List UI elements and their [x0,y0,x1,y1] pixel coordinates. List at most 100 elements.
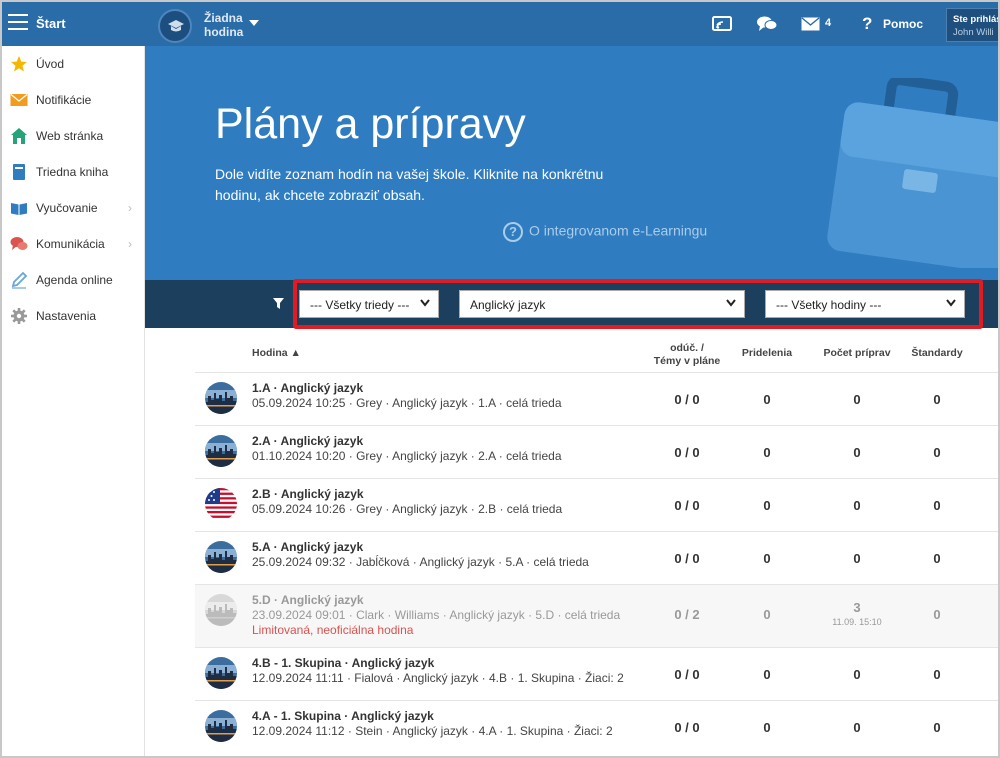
sidebar-item-label: Notifikácie [36,93,92,107]
preps-count[interactable]: 3 [827,600,887,615]
taught-count: 0 / 0 [674,498,700,513]
row-title[interactable]: 5.D · Anglický jazyk [252,593,364,607]
mail-count-badge[interactable]: 4 [825,17,831,29]
preps-count: 0 [853,498,861,513]
row-title[interactable]: 1.A · Anglický jazyk [252,381,363,395]
row-title[interactable]: 2.B · Anglický jazyk [252,487,364,501]
standards-count: 0 [933,445,941,460]
column-header-hodina[interactable]: Hodina ▲ [252,347,301,360]
standards-count: 0 [933,667,941,682]
graduation-cap-icon [168,20,184,32]
assigned-count: 0 [763,445,771,460]
chat-icon [10,237,28,250]
filter-icon [273,298,284,309]
help-icon[interactable]: ? [862,14,872,34]
hamburger-menu-icon[interactable] [8,14,28,32]
class-avatar [205,382,237,414]
sidebar-item-nastavenia[interactable]: Nastavenia [2,298,145,334]
row-title[interactable]: 5.A · Anglický jazyk [252,540,363,554]
chat-bubbles-icon[interactable] [756,15,778,33]
table-row[interactable]: 1.A · Anglický jazyk 05.09.2024 10:25 · G… [195,372,998,425]
lesson-select[interactable]: --- Všetky hodiny --- [765,290,965,318]
sidebar-item-label: Komunikácia [36,237,105,251]
sidebar-item-triedna-kniha[interactable]: Triedna kniha [2,154,145,190]
open-book-icon [11,203,27,215]
page-description: Dole vidíte zoznam hodín na vašej škole.… [215,166,604,203]
row-title[interactable]: 2.A · Anglický jazyk [252,434,363,448]
chevron-down-icon[interactable] [249,20,259,26]
chevron-right-icon: › [128,201,132,215]
sidebar-item-vyucovanie[interactable]: Vyučovanie › [2,190,145,226]
taught-count: 0 / 0 [674,445,700,460]
table-row[interactable]: 5.A · Anglický jazyk 25.09.2024 09:32 · J… [195,531,998,584]
subject-select[interactable]: Anglický jazyk [459,290,745,318]
class-avatar [205,435,237,467]
column-header-preps[interactable]: Počet príprav [812,347,902,360]
column-header-taught-line1: odúč. / [670,342,704,354]
assigned-count: 0 [763,551,771,566]
start-link[interactable]: Štart [36,16,66,31]
sidebar-item-label: Úvod [36,57,65,71]
column-header-assigned[interactable]: Pridelenia [727,347,807,360]
taught-count: 0 / 2 [674,607,700,622]
column-header-taught[interactable]: odúč. / Témy v pláne [647,342,727,368]
user-status-label: Ste prihlás [953,14,1000,25]
preps-timestamp: 11.09. 15:10 [832,617,882,627]
sidebar-item-notifikacie[interactable]: Notifikácie [2,82,145,118]
cast-screen-icon[interactable] [712,15,732,33]
standards-count: 0 [933,498,941,513]
row-title[interactable]: 4.A - 1. Skupina · Anglický jazyk [252,709,434,723]
table-row[interactable]: 2.B · Anglický jazyk 05.09.2024 10:26 · G… [195,478,998,531]
row-details: 05.09.2024 10:26 · Grey · Anglický jazyk… [252,502,563,516]
lesson-selector[interactable]: Žiadna hodina [204,11,243,39]
class-avatar [205,657,237,689]
table-row[interactable]: 4.B - 1. Skupina · Anglický jazyk 12.09.2… [195,647,998,700]
user-menu[interactable]: Ste prihlás John Willi [946,8,1000,42]
preps-count: 0 [853,445,861,460]
sidebar-item-komunikacia[interactable]: Komunikácia › [2,226,145,262]
row-details: 01.10.2024 10:20 · Grey · Anglický jazyk… [252,449,562,463]
class-avatar [205,488,237,520]
user-name: John Willi [953,27,994,38]
lesson-selector-avatar[interactable] [158,9,192,43]
taught-count: 0 / 0 [674,667,700,682]
class-avatar [205,541,237,573]
assigned-count: 0 [763,607,771,622]
help-link[interactable]: Pomoc [883,17,923,31]
subject-select-value: Anglický jazyk [470,298,546,312]
table-row[interactable]: 5.D · Anglický jazyk 23.09.2024 09:01 · C… [195,584,998,647]
mail-icon[interactable] [801,17,820,31]
chevron-down-icon [946,299,956,307]
standards-count: 0 [933,392,941,407]
sidebar: Úvod Notifikácie Web stránka Triedna kni… [2,46,145,756]
assigned-count: 0 [763,498,771,513]
book-icon [13,164,25,180]
sidebar-item-agenda-online[interactable]: Agenda online [2,262,145,298]
row-title[interactable]: 4.B - 1. Skupina · Anglický jazyk [252,656,434,670]
sidebar-item-uvod[interactable]: Úvod [2,46,145,82]
row-details: 12.09.2024 11:11 · Fialová · Anglický ja… [252,671,624,685]
table-row[interactable]: 2.A · Anglický jazyk 01.10.2024 10:20 · G… [195,425,998,478]
sidebar-item-web-stranka[interactable]: Web stránka [2,118,145,154]
column-header-standards[interactable]: Štandardy [897,347,977,360]
row-details: 05.09.2024 10:25 · Grey · Anglický jazyk… [252,396,562,410]
elearning-info-link[interactable]: ? O integrovanom e-Learningu [503,222,707,242]
sidebar-item-label: Web stránka [36,129,104,143]
star-icon [11,56,27,72]
row-details: 12.09.2024 11:12 · Stein · Anglický jazy… [252,724,613,738]
table-row[interactable]: 4.A - 1. Skupina · Anglický jazyk 12.09.2… [195,700,998,753]
taught-count: 0 / 0 [674,392,700,407]
lesson-selector-line2: hodina [204,25,244,39]
home-icon [11,128,27,144]
assigned-count: 0 [763,667,771,682]
chevron-down-icon [420,299,430,307]
sidebar-item-label: Nastavenia [36,309,97,323]
sidebar-item-label: Vyučovanie [36,201,98,215]
standards-count: 0 [933,551,941,566]
gear-icon [11,308,27,324]
envelope-icon [10,93,28,106]
sidebar-item-label: Triedna kniha [36,165,109,179]
briefcase-icon [827,78,998,268]
app-window: Štart Žiadna hodina 4 ? Pomoc Ste prihlá… [0,0,1000,758]
class-select[interactable]: --- Všetky triedy --- [299,290,439,318]
